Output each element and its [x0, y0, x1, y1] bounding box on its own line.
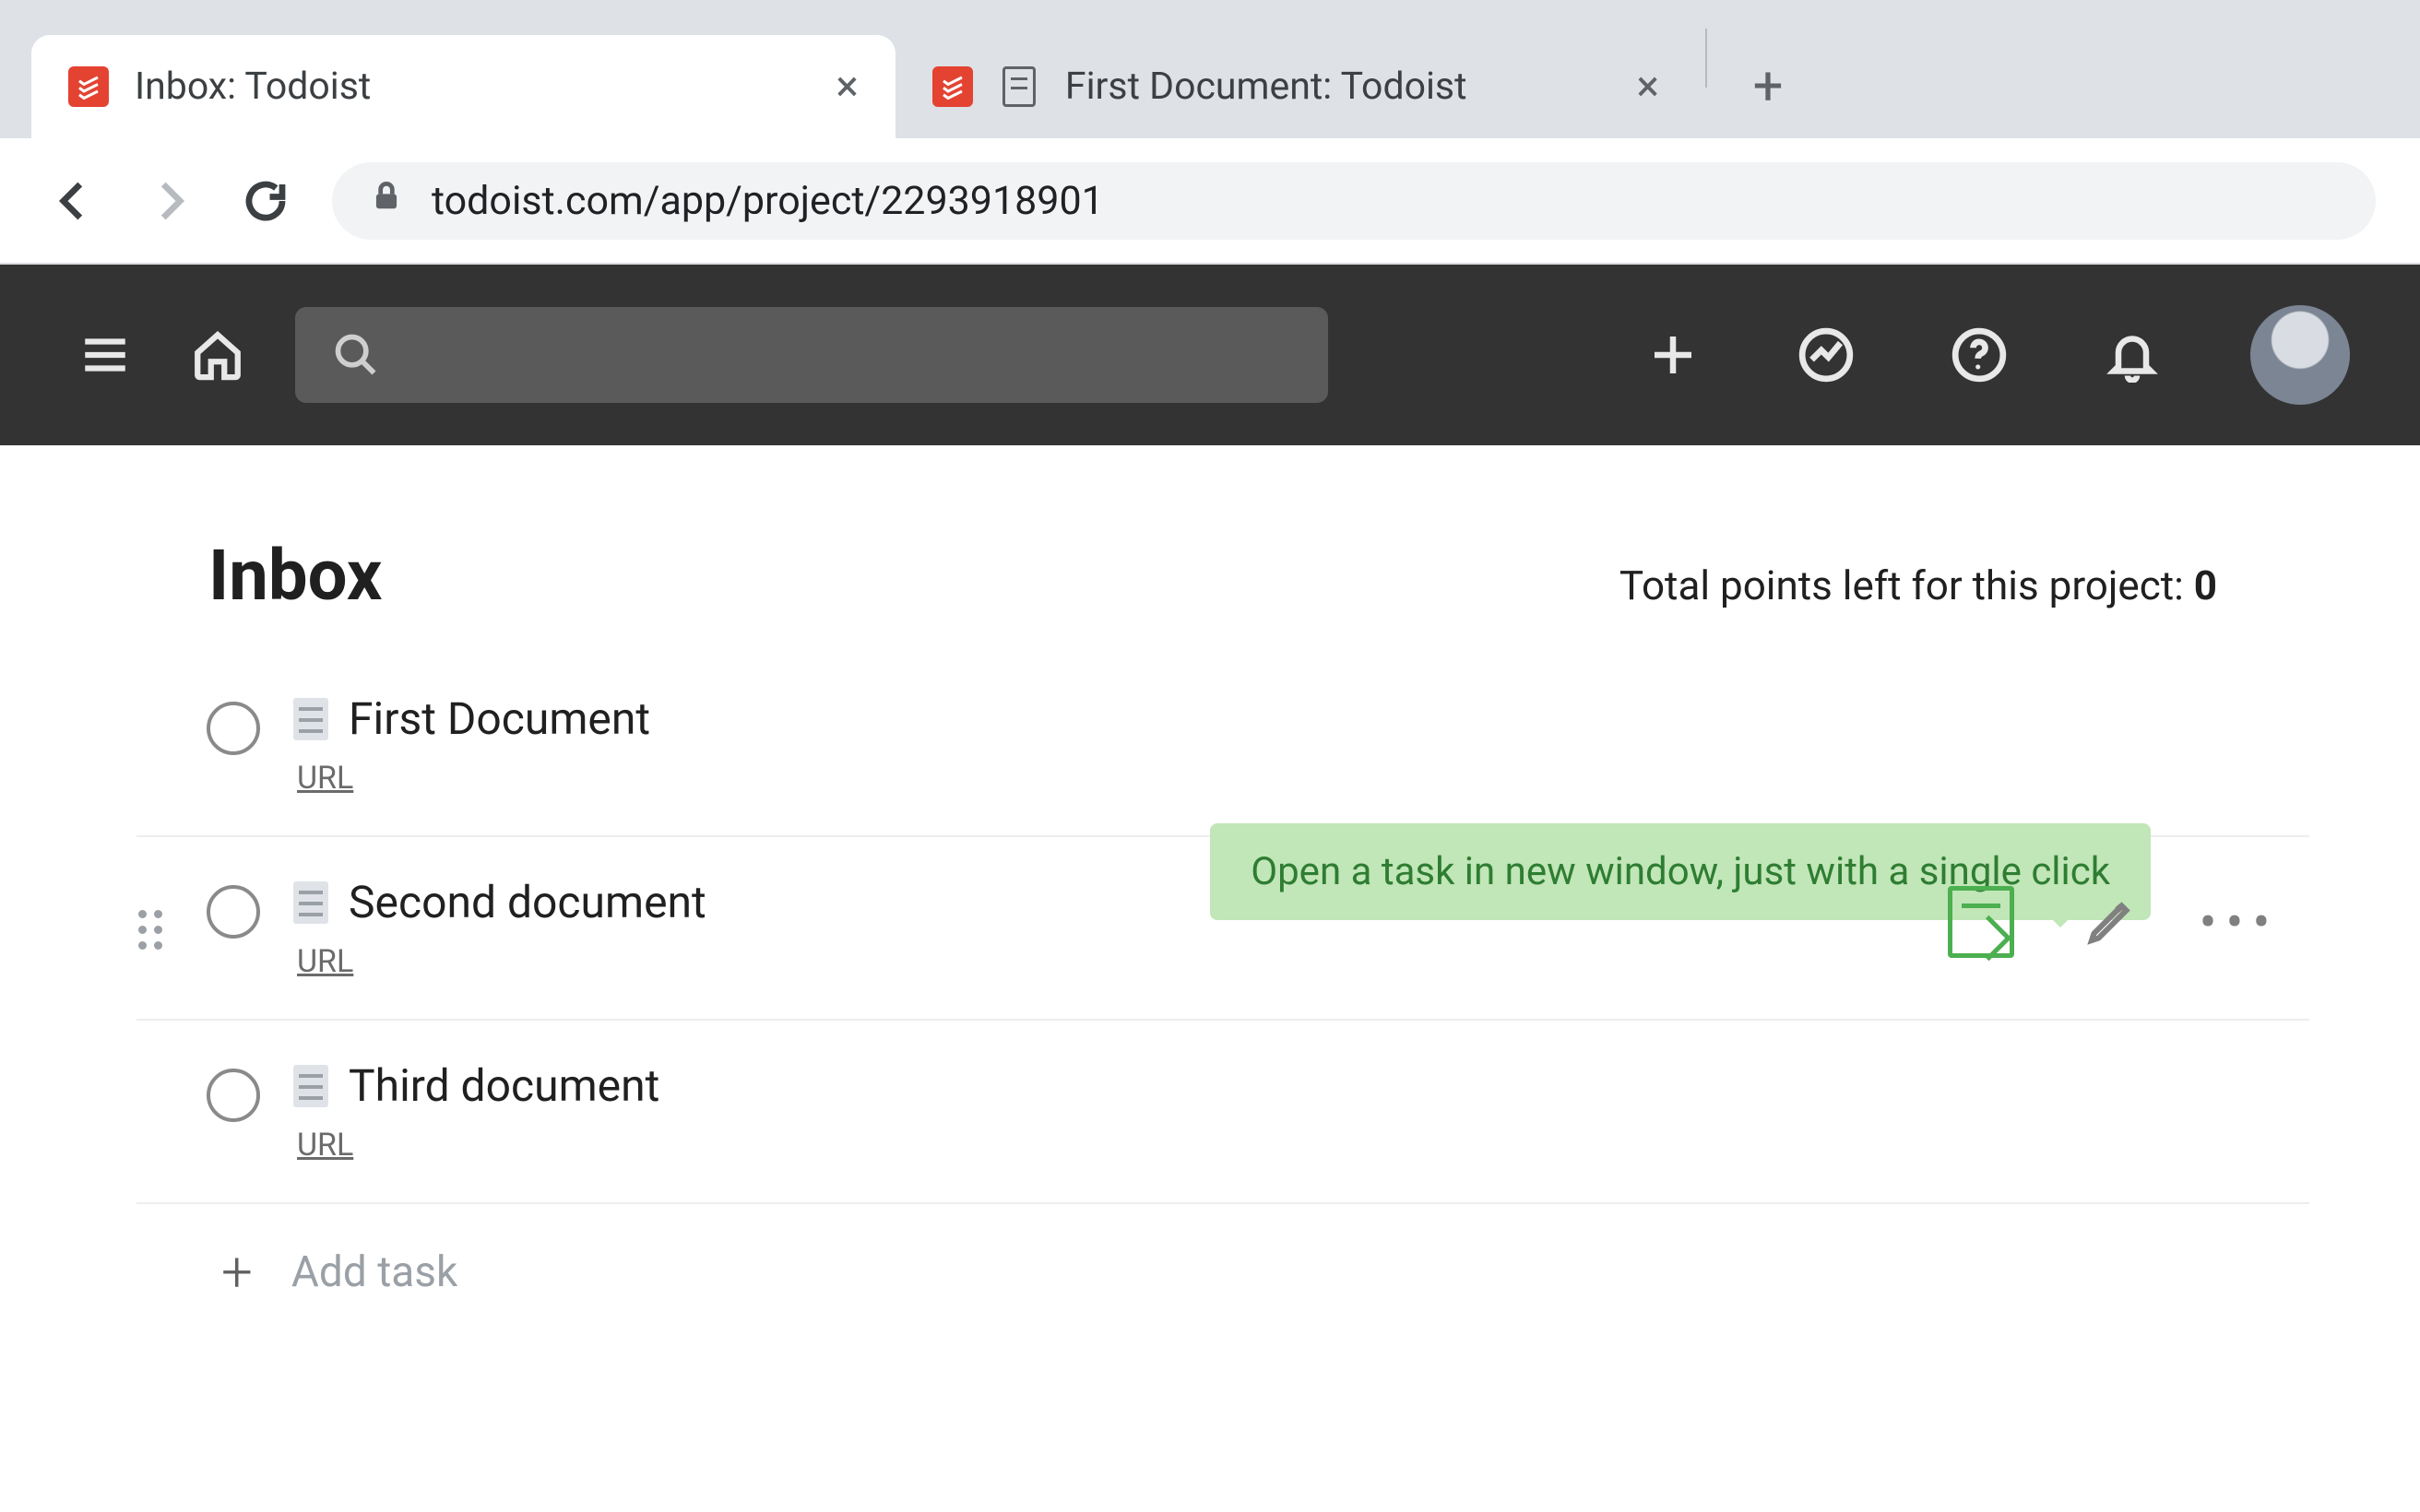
menu-icon[interactable]	[70, 320, 140, 390]
browser-tab-title: First Document: Todoist	[1065, 65, 1467, 109]
nav-reload-button[interactable]	[236, 171, 295, 230]
task-url-label[interactable]: URL	[293, 760, 2291, 797]
browser-tab-title: Inbox: Todoist	[135, 65, 371, 109]
header-right	[1638, 305, 2350, 405]
todoist-favicon	[932, 66, 973, 107]
main-content: Inbox Total points left for this project…	[0, 445, 2420, 1341]
task-body: Third document URL	[293, 1059, 2291, 1164]
task-list: First Document URL Open a task in new wi…	[0, 654, 2420, 1341]
doc-favicon	[999, 66, 1039, 107]
address-bar[interactable]: todoist.com/app/project/2293918901	[332, 162, 2376, 240]
add-task-label: Add task	[291, 1247, 457, 1297]
search-input[interactable]	[295, 307, 1328, 403]
open-new-window-button[interactable]	[1948, 889, 2014, 955]
points-label: Total points left for this project:	[1619, 561, 2194, 609]
plus-icon: +	[221, 1245, 253, 1300]
tab-close-icon[interactable]: ×	[828, 65, 866, 108]
task-title: First Document	[349, 692, 650, 745]
app-header	[0, 265, 2420, 445]
avatar[interactable]	[2250, 305, 2350, 405]
productivity-icon[interactable]	[1791, 320, 1861, 390]
notifications-icon[interactable]	[2097, 320, 2167, 390]
document-icon	[293, 698, 328, 740]
task-title: Third document	[349, 1059, 659, 1112]
lock-icon	[369, 176, 404, 225]
task-more-button[interactable]: •••	[2206, 889, 2272, 955]
task-checkbox[interactable]	[207, 885, 260, 939]
document-icon	[293, 1065, 328, 1107]
edit-task-button[interactable]	[2077, 889, 2143, 955]
browser-toolbar: todoist.com/app/project/2293918901	[0, 138, 2420, 265]
add-task-header-icon[interactable]	[1638, 320, 1708, 390]
document-icon	[293, 881, 328, 924]
task-checkbox[interactable]	[207, 1069, 260, 1122]
tab-close-icon[interactable]: ×	[1630, 65, 1667, 108]
search-icon	[321, 320, 391, 390]
nav-forward-button[interactable]	[140, 171, 199, 230]
tab-separator	[1705, 29, 1707, 88]
points-value: 0	[2194, 561, 2217, 609]
task-url-label[interactable]: URL	[293, 1127, 2291, 1164]
task-title: Second document	[349, 876, 706, 928]
task-row[interactable]: First Document URL Open a task in new wi…	[136, 654, 2309, 837]
task-hover-actions: •••	[1948, 889, 2272, 955]
project-header: Inbox Total points left for this project…	[0, 534, 2420, 654]
page-title: Inbox	[208, 534, 382, 617]
points-summary: Total points left for this project: 0	[1619, 561, 2217, 609]
task-row[interactable]: Third document URL	[136, 1021, 2309, 1204]
browser-tab-inactive[interactable]: First Document: Todoist ×	[896, 35, 1696, 138]
browser-tab-strip: Inbox: Todoist × First Document: Todoist…	[0, 0, 2420, 138]
home-icon[interactable]	[183, 320, 253, 390]
new-tab-button[interactable]: +	[1735, 53, 1801, 120]
browser-tab-active[interactable]: Inbox: Todoist ×	[31, 35, 896, 138]
task-body: First Document URL	[293, 692, 2291, 797]
open-new-window-icon	[1948, 886, 2014, 958]
todoist-favicon	[68, 66, 109, 107]
help-icon[interactable]	[1944, 320, 2014, 390]
add-task-button[interactable]: + Add task	[136, 1204, 2309, 1341]
url-text: todoist.com/app/project/2293918901	[432, 178, 1104, 224]
task-checkbox[interactable]	[207, 702, 260, 755]
drag-handle-icon[interactable]	[138, 907, 175, 951]
nav-back-button[interactable]	[44, 171, 103, 230]
task-row[interactable]: Second document URL •••	[136, 837, 2309, 1021]
